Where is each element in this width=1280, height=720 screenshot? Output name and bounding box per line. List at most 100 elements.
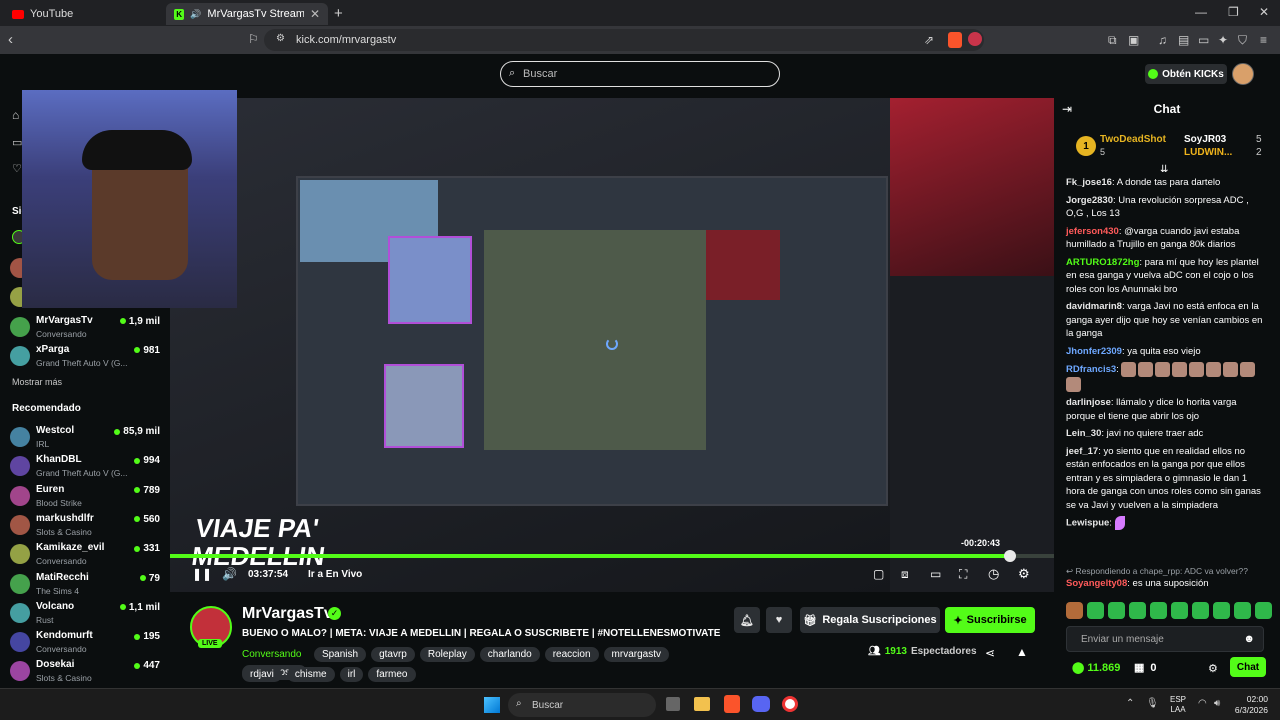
recommended-item[interactable]: Dosekai Slots & Casino 447: [10, 657, 162, 686]
emote-picker-icon[interactable]: [1150, 602, 1167, 619]
recommended-item[interactable]: Euren Blood Strike 789: [10, 482, 162, 511]
go-live-button[interactable]: Ir a En Vivo: [308, 569, 362, 580]
playback-speed-icon[interactable]: ◷: [988, 566, 999, 582]
settings-icon[interactable]: ⚙: [1018, 566, 1030, 582]
recommended-item[interactable]: Westcol IRL 85,9 mil: [10, 423, 162, 452]
user-avatar[interactable]: [1232, 63, 1254, 85]
sidebar-icon[interactable]: ▤: [1178, 33, 1189, 47]
share-stream-icon[interactable]: ⋖: [985, 646, 995, 660]
tag-pill[interactable]: irl: [339, 667, 364, 682]
close-window-icon[interactable]: ✕: [1259, 5, 1269, 19]
chat-input[interactable]: Enviar un mensaje ☻: [1066, 626, 1264, 652]
wallet-icon[interactable]: ▭: [1198, 33, 1209, 47]
emote-picker-icon[interactable]: [1255, 602, 1272, 619]
back-icon[interactable]: ‹: [8, 31, 13, 48]
following-item[interactable]: xParga Grand Theft Auto V (G... 981: [10, 342, 162, 371]
emote-picker-icon[interactable]: [1192, 602, 1209, 619]
pin-icon[interactable]: ⇊: [1160, 164, 1168, 175]
chat-username[interactable]: Fk_jose16: [1066, 177, 1112, 188]
recommended-item[interactable]: Kendomurft Conversando 195: [10, 628, 162, 657]
brave-icon[interactable]: [724, 695, 740, 713]
app-icon[interactable]: [782, 696, 798, 712]
leader-name[interactable]: SoyJR03: [1184, 134, 1226, 145]
tab-youtube[interactable]: YouTube: [4, 3, 164, 25]
browse-icon[interactable]: ▭: [12, 136, 22, 149]
wifi-icon[interactable]: ◠: [1198, 698, 1207, 709]
notify-button[interactable]: 🔔︎: [734, 607, 760, 633]
clip-icon[interactable]: ▢: [873, 567, 884, 581]
category-link[interactable]: Conversando: [242, 649, 301, 660]
tag-pill[interactable]: reaccion: [544, 647, 599, 662]
tag-pill[interactable]: rdjavi: [242, 667, 282, 682]
address-bar[interactable]: ⚙ kick.com/mrvargastv ⇗: [264, 29, 984, 51]
recommended-item[interactable]: Volcano Rust 1,1 mil: [10, 599, 162, 628]
tag-pill[interactable]: charlando: [479, 647, 540, 662]
report-icon[interactable]: ▲: [1016, 645, 1028, 659]
chat-username[interactable]: Lein_30: [1066, 428, 1101, 439]
search-input[interactable]: ⌕ Buscar: [500, 61, 780, 87]
following-icon[interactable]: ♡: [12, 162, 22, 175]
emote-picker-icon[interactable]: [1087, 602, 1104, 619]
extensions-icon[interactable]: ⧉: [1108, 33, 1117, 48]
chat-settings-icon[interactable]: ⚙: [1208, 662, 1218, 675]
recommended-item[interactable]: markushdlfr Slots & Casino 560: [10, 511, 162, 540]
theater-icon[interactable]: ▭: [930, 567, 941, 581]
leo-ai-icon[interactable]: ✦: [1218, 33, 1228, 47]
emote-picker-icon[interactable]: [1171, 602, 1188, 619]
mic-icon[interactable]: 🎙︎: [1146, 698, 1159, 709]
fullscreen-icon[interactable]: ⛶: [959, 567, 967, 582]
tag-pill[interactable]: Spanish: [313, 647, 367, 662]
gift-subs-button[interactable]: 🎁︎ Regala Suscripciones: [800, 607, 940, 633]
start-icon[interactable]: [484, 697, 500, 713]
share-icon[interactable]: ⇗: [924, 33, 934, 47]
chat-username[interactable]: ARTURO1872hg: [1066, 257, 1139, 268]
seek-bar[interactable]: [170, 550, 1054, 562]
reply-user[interactable]: Soyangelty08: [1066, 578, 1127, 589]
task-view-icon[interactable]: [666, 697, 680, 711]
recommended-item[interactable]: KhanDBL Grand Theft Auto V (G... 994: [10, 452, 162, 481]
close-tab-icon[interactable]: ✕: [310, 7, 320, 21]
new-tab-button[interactable]: +: [334, 5, 343, 22]
emoji-icon[interactable]: ☻: [1243, 633, 1255, 645]
emote-picker-icon[interactable]: [1213, 602, 1230, 619]
leader-name[interactable]: TwoDeadShot: [1100, 134, 1166, 145]
clock[interactable]: 02:00 6/3/2026: [1232, 694, 1268, 716]
taskbar-search[interactable]: ⌕ Buscar: [508, 693, 656, 717]
chat-username[interactable]: jeferson430: [1066, 226, 1119, 237]
pause-icon[interactable]: ❚❚: [192, 567, 212, 581]
tray-chevron-icon[interactable]: ⌃: [1126, 698, 1134, 709]
minimize-icon[interactable]: —: [1195, 5, 1207, 19]
chat-username[interactable]: jeef_17: [1066, 446, 1098, 457]
maximize-icon[interactable]: ❐: [1228, 5, 1239, 19]
gift-count[interactable]: ▦ 0: [1134, 661, 1157, 675]
subscribe-button[interactable]: ✦ Suscribirse: [945, 607, 1035, 633]
brave-shield-icon[interactable]: [948, 32, 962, 48]
emote-picker-icon[interactable]: [1108, 602, 1125, 619]
file-explorer-icon[interactable]: [694, 697, 710, 711]
language-indicator[interactable]: ESP LAA: [1170, 695, 1186, 715]
following-item[interactable]: MrVargasTv Conversando 1,9 mil: [10, 313, 162, 342]
bookmark-icon[interactable]: ⚐: [248, 32, 259, 46]
discord-icon[interactable]: [752, 696, 770, 712]
kicks-balance[interactable]: ⬤ 11.869: [1072, 661, 1120, 675]
volume-icon[interactable]: 🔊: [222, 567, 237, 581]
recommended-item[interactable]: MatiRecchi The Sims 4 79: [10, 570, 162, 599]
seek-knob[interactable]: [1003, 550, 1016, 562]
home-icon[interactable]: ⌂: [12, 108, 19, 122]
chat-username[interactable]: RDfrancis3: [1066, 364, 1116, 375]
screenshot-icon[interactable]: ▣: [1128, 33, 1139, 47]
follow-button[interactable]: ♥: [766, 607, 792, 633]
pip-icon[interactable]: ⧈: [901, 567, 909, 582]
leader-name[interactable]: LUDWIN...: [1184, 147, 1232, 158]
emote-picker-icon[interactable]: [1066, 602, 1083, 619]
chat-username[interactable]: Jhonfer2309: [1066, 346, 1122, 357]
tag-pill[interactable]: chisme: [286, 667, 335, 682]
chat-username[interactable]: davidmarin8: [1066, 301, 1122, 312]
recommended-item[interactable]: Kamikaze_evil Conversando 331: [10, 540, 162, 569]
emote-picker-icon[interactable]: [1234, 602, 1251, 619]
chat-username[interactable]: Jorge2830: [1066, 195, 1113, 206]
volume-tray-icon[interactable]: 🔊︎: [1214, 698, 1220, 709]
tab-kick-stream[interactable]: K 🔊 MrVargasTv Stream - Watch l ✕: [166, 3, 328, 25]
tag-pill[interactable]: gtavrp: [371, 647, 415, 662]
tag-pill[interactable]: Roleplay: [419, 647, 475, 662]
